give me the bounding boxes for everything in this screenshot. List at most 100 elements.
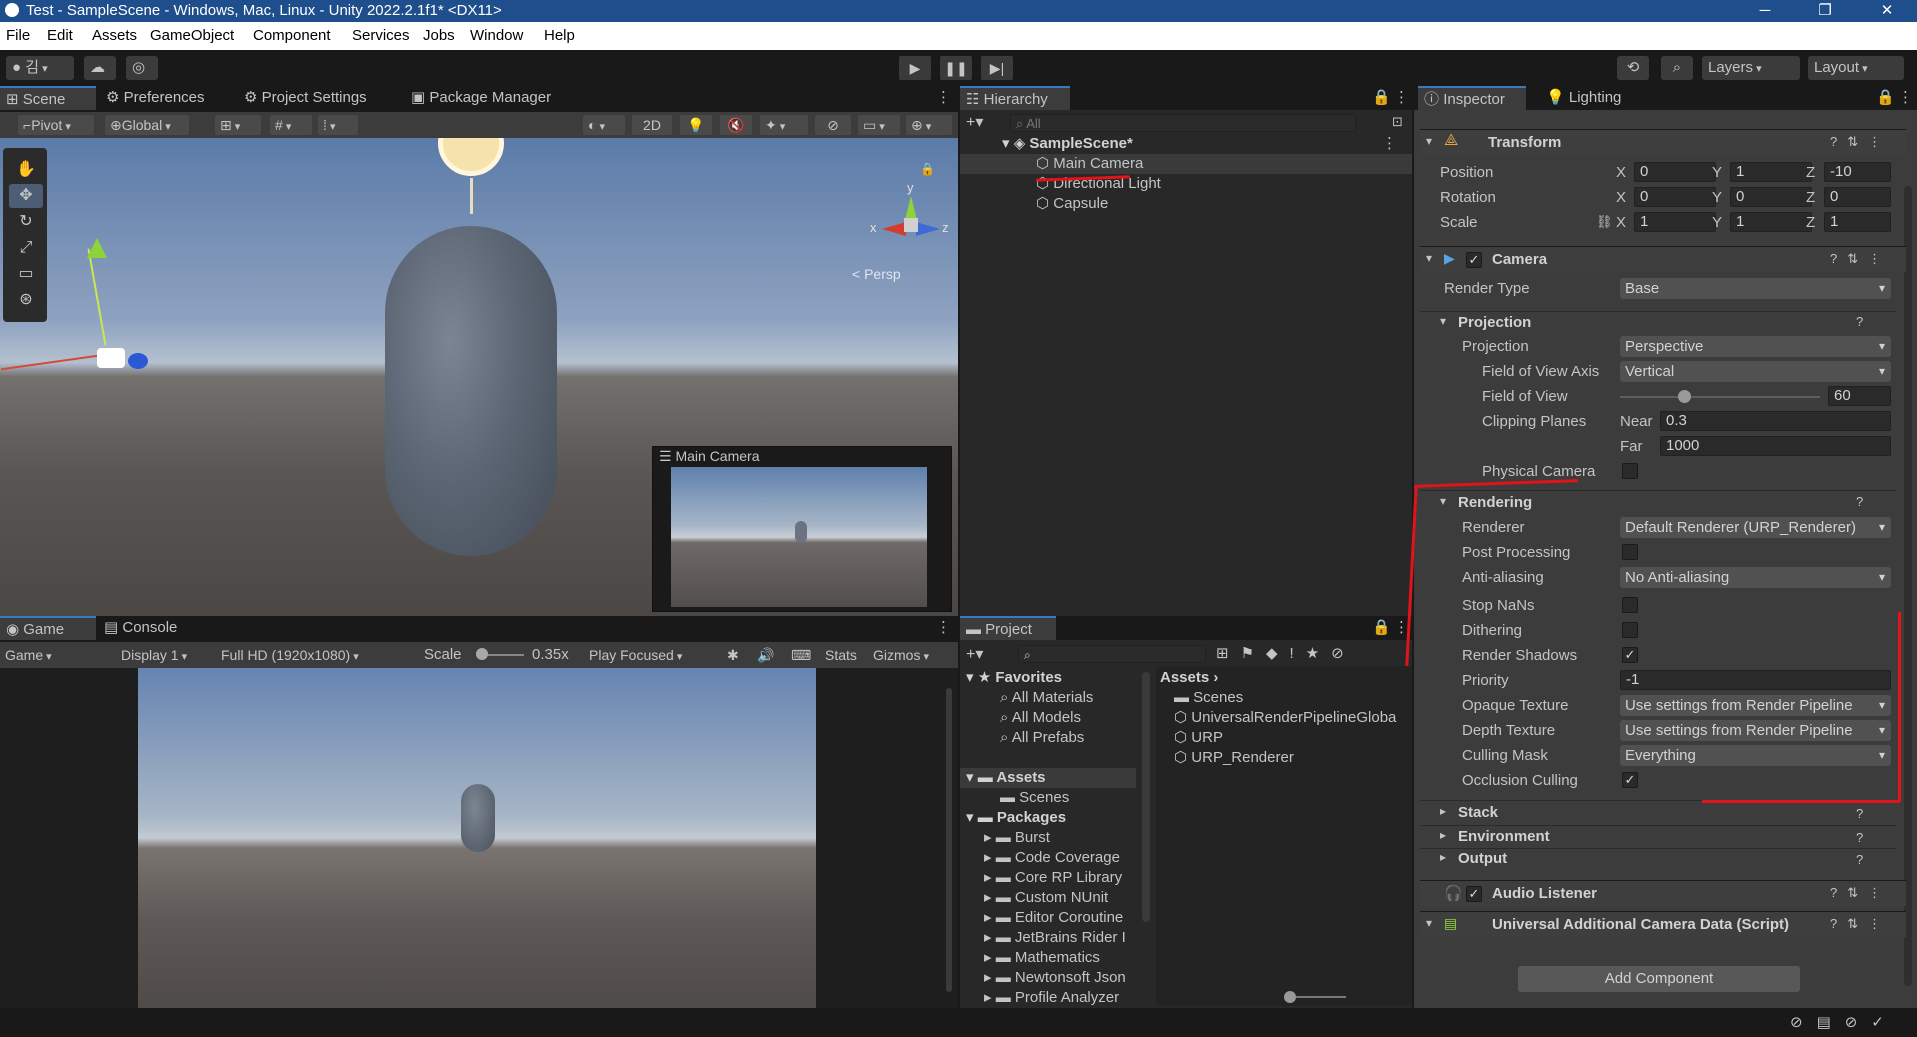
package-item[interactable]: ▸ ▬ Custom NUnit	[984, 888, 1108, 908]
lighting-toggle-icon[interactable]: 💡	[680, 115, 712, 135]
transform-z-input[interactable]: -10	[1824, 162, 1891, 182]
kebab-menu-icon[interactable]: ⋮	[1892, 86, 1917, 110]
y-axis-handle[interactable]	[87, 248, 107, 346]
close-button[interactable]: ✕	[1862, 0, 1912, 22]
hidden-objects-icon[interactable]: ⊘	[815, 115, 851, 135]
tab-inspector[interactable]: ⓘ Inspector	[1418, 86, 1526, 110]
file-item-scenes[interactable]: ▬ Scenes	[1174, 688, 1243, 708]
scene-viewport[interactable]: ✋ ✥ ↻ ⤢ ▭ ⊛ y x z < Persp 🔒 ☰ Main Camer…	[0, 138, 958, 616]
camera-header[interactable]: ▾ ▶ ✓ Camera ?⇅⋮	[1420, 246, 1906, 272]
transform-x-input[interactable]: 0	[1634, 162, 1716, 182]
hierarchy-item-main-camera[interactable]: ⬡ Main Camera	[960, 154, 1412, 174]
favorites-folder[interactable]: ▾ ★ Favorites	[966, 668, 1062, 688]
scale-tool-icon[interactable]: ⤢	[9, 236, 43, 260]
fov-slider-thumb[interactable]	[1678, 390, 1691, 403]
resolution-dropdown[interactable]: Full HD (1920x1080)	[216, 645, 412, 665]
tab-lighting[interactable]: 💡 Lighting	[1540, 86, 1627, 110]
menu-jobs[interactable]: Jobs	[423, 27, 455, 44]
game-viewport[interactable]	[0, 668, 958, 1008]
y-axis-arrow-icon[interactable]	[87, 238, 107, 258]
orientation-gizmo[interactable]: y x z	[870, 178, 950, 258]
increment-snap-icon[interactable]: ⁞	[318, 115, 358, 135]
component-actions-icon[interactable]: ?⇅⋮	[1830, 885, 1891, 901]
culling-mask-dropdown[interactable]: Everything	[1620, 745, 1891, 766]
kebab-menu-icon[interactable]: ⋮	[1388, 616, 1415, 640]
gizmos-icon[interactable]: ⊕	[906, 115, 952, 135]
fov-axis-dropdown[interactable]: Vertical	[1620, 361, 1891, 382]
scene-row[interactable]: ▾ ◈ SampleScene*	[1002, 134, 1133, 154]
game-scrollbar[interactable]	[946, 688, 952, 992]
render-type-dropdown[interactable]: Base	[1620, 278, 1891, 299]
status-icons[interactable]: ⊘▤⊘✓	[1790, 1013, 1898, 1031]
hierarchy-search-input[interactable]: ⌕ All	[1010, 114, 1356, 132]
z-axis-handle[interactable]	[128, 353, 148, 369]
gizmo-z-cone-icon[interactable]	[916, 222, 940, 236]
post-processing-checkbox[interactable]	[1622, 544, 1638, 560]
component-actions-icon[interactable]: ?⇅⋮	[1830, 916, 1891, 932]
tab-scene[interactable]: ⊞ Scene	[0, 86, 96, 110]
camera-gizmo-icon[interactable]	[97, 348, 125, 368]
tab-project-settings[interactable]: ⚙ Project Settings	[238, 86, 373, 110]
rendering-section-title[interactable]: Rendering	[1458, 494, 1532, 511]
file-item-urp[interactable]: ⬡ URP	[1174, 728, 1223, 748]
expand-icon[interactable]: ▸	[1440, 850, 1446, 864]
render-shadows-checkbox[interactable]: ✓	[1622, 647, 1638, 663]
component-actions-icon[interactable]: ?⇅⋮	[1830, 251, 1891, 267]
package-item[interactable]: ▸ ▬ Profile Analyzer	[984, 988, 1119, 1008]
effects-icon[interactable]: ✦	[760, 115, 808, 135]
transform-x-input[interactable]: 0	[1634, 187, 1716, 207]
additional-camera-data-header[interactable]: ▾ ▤ Universal Additional Camera Data (Sc…	[1420, 911, 1906, 937]
component-actions-icon[interactable]: ?⇅⋮	[1830, 134, 1891, 150]
rotate-tool-icon[interactable]: ↻	[9, 210, 43, 234]
transform-y-input[interactable]: 1	[1730, 162, 1812, 182]
add-asset-button[interactable]: +▾	[966, 644, 983, 664]
search-options-icon[interactable]: ⊡	[1392, 114, 1403, 130]
gizmos-dropdown[interactable]: Gizmos	[868, 645, 956, 665]
collapse-icon[interactable]: ▾	[1440, 314, 1446, 328]
transform-tool-icon[interactable]: ⊛	[9, 288, 43, 312]
help-icon[interactable]: ?	[1856, 806, 1863, 821]
package-item[interactable]: ▸ ▬ Core RP Library	[984, 868, 1122, 888]
project-filter-icons[interactable]: ⊞⚑◆!★⊘	[1216, 644, 1356, 662]
menu-file[interactable]: File	[6, 27, 30, 44]
package-item[interactable]: ▸ ▬ Editor Coroutine	[984, 908, 1123, 928]
layout-dropdown[interactable]: Layout	[1808, 56, 1904, 80]
near-input[interactable]: 0.3	[1660, 411, 1891, 431]
output-section-title[interactable]: Output	[1458, 850, 1507, 867]
menu-window[interactable]: Window	[470, 27, 523, 44]
scale-slider-thumb[interactable]	[476, 648, 488, 660]
priority-input[interactable]: -1	[1620, 670, 1891, 690]
breadcrumb[interactable]: Assets ›	[1160, 668, 1218, 688]
display-dropdown[interactable]: Display 1	[116, 645, 214, 665]
tab-preferences[interactable]: ⚙ Preferences	[100, 86, 211, 110]
minimize-button[interactable]: ─	[1740, 0, 1790, 22]
stop-nans-checkbox[interactable]	[1622, 597, 1638, 613]
favorite-all-prefabs[interactable]: ⌕ All Prefabs	[1000, 728, 1084, 748]
gizmo-x-cone-icon[interactable]	[882, 222, 906, 236]
package-item[interactable]: ▸ ▬ Mathematics	[984, 948, 1100, 968]
rect-tool-icon[interactable]: ▭	[9, 262, 43, 286]
favorite-all-materials[interactable]: ⌕ All Materials	[1000, 688, 1093, 708]
file-item-urp-renderer[interactable]: ⬡ URP_Renderer	[1174, 748, 1294, 768]
favorite-all-models[interactable]: ⌕ All Models	[1000, 708, 1081, 728]
collab-icon[interactable]: ◎	[126, 56, 158, 80]
transform-header[interactable]: ▾ ⟁ Transform ?⇅⋮	[1420, 129, 1906, 155]
menu-services[interactable]: Services	[352, 27, 410, 44]
bug-icon[interactable]: ✱	[722, 645, 748, 665]
depth-texture-dropdown[interactable]: Use settings from Render Pipeline	[1620, 720, 1891, 741]
menu-help[interactable]: Help	[544, 27, 575, 44]
icon-size-slider-thumb[interactable]	[1284, 991, 1296, 1003]
keyboard-icon[interactable]: ⌨	[786, 645, 812, 665]
move-tool-icon[interactable]: ✥	[9, 184, 43, 208]
transform-z-input[interactable]: 1	[1824, 212, 1891, 232]
collapse-icon[interactable]: ▾	[1440, 494, 1446, 508]
hierarchy-item-capsule[interactable]: ⬡ Capsule	[1036, 194, 1108, 214]
package-item[interactable]: ▸ ▬ Newtonsoft Json	[984, 968, 1126, 988]
occlusion-culling-checkbox[interactable]: ✓	[1622, 772, 1638, 788]
stack-section-title[interactable]: Stack	[1458, 804, 1498, 821]
expand-icon[interactable]: ▸	[1440, 804, 1446, 818]
help-icon[interactable]: ?	[1856, 830, 1863, 845]
help-icon[interactable]: ?	[1856, 494, 1863, 509]
package-item[interactable]: ▸ ▬ Burst	[984, 828, 1050, 848]
persp-label[interactable]: < Persp	[852, 266, 901, 282]
